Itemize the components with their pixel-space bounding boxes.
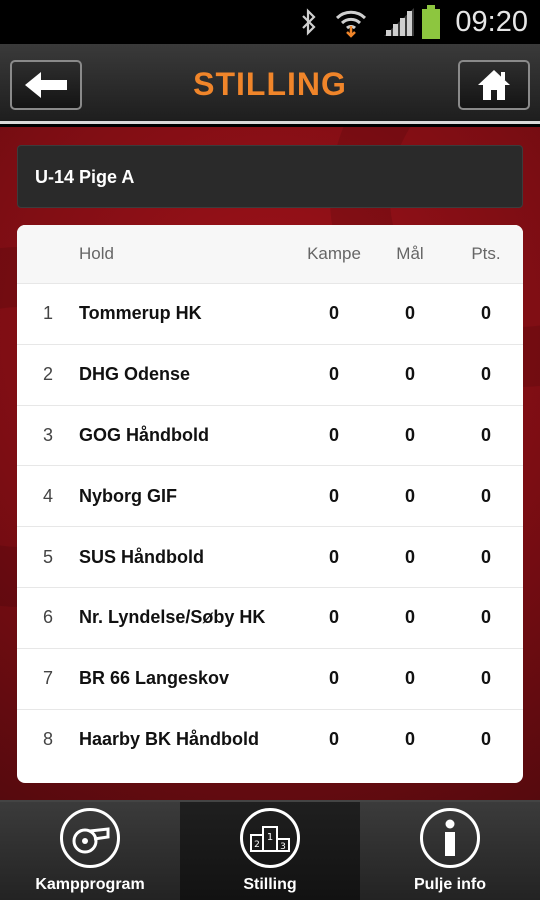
team-name: BR 66 Langeskov: [79, 668, 230, 689]
content-area: U-14 Pige A Hold Kampe Mål Pts. 1 Tommer…: [0, 127, 540, 800]
app-header: STILLING: [0, 44, 540, 124]
rank: 7: [42, 668, 53, 689]
matches-played: 0: [328, 607, 339, 628]
table-row[interactable]: 7 BR 66 Langeskov 0 0 0: [17, 647, 523, 709]
standings-table: Hold Kampe Mål Pts. 1 Tommerup HK 0 0 0 …: [17, 225, 523, 783]
rank: 4: [42, 485, 53, 506]
rank: 2: [42, 364, 53, 385]
bottom-tab-bar: Kampprogram 1 2 3 Stilling Pulje info: [0, 800, 540, 900]
goals: 0: [404, 546, 415, 567]
battery-icon: [422, 5, 440, 39]
table-row[interactable]: 5 SUS Håndbold 0 0 0: [17, 526, 523, 587]
points: 0: [480, 607, 491, 628]
tab-icon-circle: 1 2 3: [240, 808, 300, 868]
points: 0: [480, 424, 491, 445]
tab-icon-circle: [60, 808, 120, 868]
home-button[interactable]: [458, 60, 530, 110]
goals: 0: [404, 364, 415, 385]
team-name: DHG Odense: [79, 364, 191, 385]
goals: 0: [404, 668, 415, 689]
podium-icon: 1 2 3: [250, 826, 290, 852]
team-name: Nyborg GIF: [79, 485, 177, 506]
bluetooth-icon: [302, 8, 316, 36]
team-name: SUS Håndbold: [79, 546, 204, 567]
matches-played: 0: [328, 364, 339, 385]
goals: 0: [404, 485, 415, 506]
tab-label: Stilling: [243, 876, 297, 893]
rank: 5: [42, 546, 53, 567]
whistle-icon: [72, 827, 110, 854]
matches-played: 0: [328, 728, 339, 749]
matches-played: 0: [328, 546, 339, 567]
points: 0: [480, 485, 491, 506]
goals: 0: [404, 303, 415, 324]
matches-played: 0: [328, 424, 339, 445]
team-name: Nr. Lyndelse/Søby HK: [79, 607, 266, 628]
home-icon: [478, 70, 510, 100]
tab-pulje-info[interactable]: Pulje info: [360, 802, 540, 900]
team-name: Haarby BK Håndbold: [79, 728, 260, 749]
points: 0: [480, 728, 491, 749]
matches-played: 0: [328, 303, 339, 324]
tab-kampprogram[interactable]: Kampprogram: [0, 802, 180, 900]
rank: 8: [42, 728, 53, 749]
goals: 0: [404, 728, 415, 749]
tab-stilling[interactable]: 1 2 3 Stilling: [180, 802, 360, 900]
clock: 09:20: [455, 6, 528, 38]
team-name: Tommerup HK: [79, 303, 202, 324]
table-row[interactable]: 6 Nr. Lyndelse/Søby HK 0 0 0: [17, 586, 523, 648]
svg-text:1: 1: [267, 832, 273, 843]
tab-label: Pulje info: [414, 876, 486, 893]
table-row[interactable]: 2 DHG Odense 0 0 0: [17, 343, 523, 405]
column-header-kampe: Kampe: [307, 244, 361, 263]
table-row[interactable]: 1 Tommerup HK 0 0 0: [17, 283, 523, 344]
svg-text:2: 2: [254, 840, 260, 850]
svg-text:3: 3: [280, 842, 286, 852]
column-header-mal: Mål: [396, 244, 424, 263]
points: 0: [480, 668, 491, 689]
info-icon: [445, 819, 455, 856]
rank: 6: [42, 607, 53, 628]
pool-name: U-14 Pige A: [17, 145, 523, 208]
goals: 0: [404, 607, 415, 628]
points: 0: [480, 303, 491, 324]
team-name: GOG Håndbold: [79, 424, 209, 445]
rank: 3: [42, 424, 53, 445]
rank: 1: [42, 303, 53, 324]
column-header-hold: Hold: [79, 244, 114, 263]
table-row[interactable]: 8 Haarby BK Håndbold 0 0 0: [17, 708, 523, 770]
table-row[interactable]: 3 GOG Håndbold 0 0 0: [17, 404, 523, 466]
points: 0: [480, 546, 491, 567]
tab-label: Kampprogram: [35, 876, 145, 893]
points: 0: [480, 364, 491, 385]
wifi-icon: [335, 10, 367, 38]
matches-played: 0: [328, 668, 339, 689]
table-row[interactable]: 4 Nyborg GIF 0 0 0: [17, 465, 523, 526]
goals: 0: [404, 424, 415, 445]
signal-icon: [384, 8, 414, 36]
status-bar: 09:20: [0, 0, 540, 44]
table-header: Hold Kampe Mål Pts.: [17, 225, 523, 283]
column-header-pts: Pts.: [471, 244, 501, 263]
matches-played: 0: [328, 485, 339, 506]
tab-icon-circle: [420, 808, 480, 868]
